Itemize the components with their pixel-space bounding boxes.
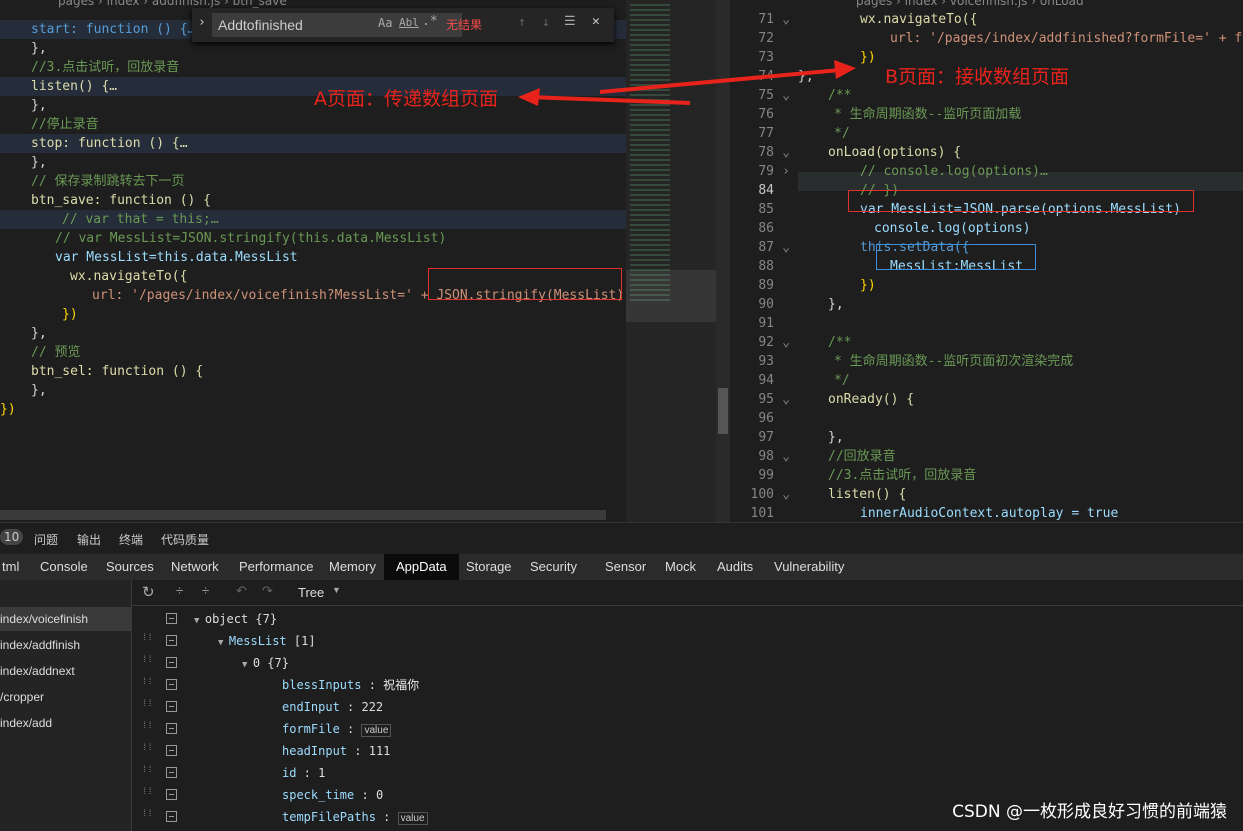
tree-value[interactable]: value — [397, 812, 428, 825]
arrowhead-b — [834, 60, 856, 79]
tab-problems[interactable]: 问题 — [34, 531, 58, 548]
tree-row[interactable]: id : 1 — [282, 762, 325, 784]
tab-storage[interactable]: Storage — [464, 554, 514, 580]
collapse-box-icon[interactable] — [166, 789, 177, 800]
collapse-all-icon[interactable]: ÷ — [176, 583, 183, 598]
view-mode-select[interactable]: Tree — [298, 585, 324, 600]
tab-sensor[interactable]: Sensor — [603, 554, 648, 580]
pages-sidebar: index/voicefinish index/addfinish index/… — [0, 580, 132, 831]
tree-root-label: object {7} — [204, 612, 278, 626]
collapse-box-icon[interactable] — [166, 679, 177, 690]
arrow-to-b — [599, 68, 841, 94]
tree-key: speck_time — [282, 788, 355, 802]
tree-value[interactable]: value — [361, 724, 392, 737]
tree-row[interactable]: ▼ MessList [1] — [218, 630, 316, 652]
tab-console[interactable]: Console — [38, 554, 90, 580]
collapse-box-icon[interactable] — [166, 635, 177, 646]
tree-key: tempFilePaths — [282, 810, 376, 824]
page-item[interactable]: /cropper — [0, 685, 131, 709]
page-item[interactable]: index/addfinish — [0, 633, 131, 657]
page-item[interactable]: index/add — [0, 711, 131, 735]
tree-row[interactable]: formFile : value — [282, 718, 392, 740]
tab-security[interactable]: Security — [528, 554, 579, 580]
tree-row[interactable]: ▼ 0 {7} — [242, 652, 289, 674]
tree-row[interactable]: ▼ object {7} — [194, 608, 277, 630]
tree-value[interactable]: 祝福你 — [383, 678, 419, 692]
tree-key: formFile — [282, 722, 340, 736]
drag-handle-icon[interactable]: ⁞⁞ — [142, 788, 153, 800]
expand-all-icon[interactable]: ÷ — [202, 583, 209, 598]
tab-sources[interactable]: Sources — [104, 554, 156, 580]
tab-code-quality[interactable]: 代码质量 — [161, 531, 209, 548]
tab-wxml[interactable]: tml — [0, 554, 21, 580]
arrow-to-a — [527, 95, 691, 105]
tree-row[interactable]: speck_time : 0 — [282, 784, 383, 806]
tree-value[interactable]: 222 — [361, 700, 383, 714]
page-item[interactable]: index/addnext — [0, 659, 131, 683]
tab-mock[interactable]: Mock — [663, 554, 698, 580]
collapse-box-icon[interactable] — [166, 657, 177, 668]
tree-row[interactable]: endInput : 222 — [282, 696, 383, 718]
tree-row[interactable]: blessInputs : 祝福你 — [282, 674, 419, 696]
tab-appdata[interactable]: AppData — [384, 554, 459, 580]
drag-handle-icon[interactable]: ⁞⁞ — [142, 678, 153, 690]
tree-row[interactable]: headInput : 111 — [282, 740, 390, 762]
tree-value[interactable]: 1 — [318, 766, 325, 780]
collapse-box-icon[interactable] — [166, 701, 177, 712]
tree-key: blessInputs — [282, 678, 362, 692]
drag-handle-icon[interactable]: ⁞⁞ — [142, 766, 153, 778]
undo-icon[interactable]: ↶ — [236, 583, 247, 599]
tab-audits[interactable]: Audits — [715, 554, 755, 580]
annotation-b-page: B页面：接收数组页面 — [885, 66, 1070, 88]
problems-count-badge: 10 — [0, 529, 24, 545]
tree-key: MessList — [228, 634, 287, 648]
tree-row[interactable]: tempFilePaths : value — [282, 806, 428, 828]
tab-vulnerability[interactable]: Vulnerability — [772, 554, 846, 580]
drag-handle-icon[interactable]: ⁞⁞ — [142, 634, 153, 646]
tree-key: id — [282, 766, 297, 780]
tree-value[interactable]: 111 — [369, 744, 391, 758]
bottom-panel: 10 问题 输出 终端 代码质量 tml Console Sources Net… — [0, 522, 1243, 831]
drag-handle-icon[interactable]: ⁞⁞ — [142, 810, 153, 822]
devtools-tabs: tml Console Sources Network Performance … — [0, 554, 1243, 580]
collapse-box-icon[interactable] — [166, 767, 177, 778]
tab-terminal[interactable]: 终端 — [119, 531, 143, 548]
tree-value[interactable]: 0 — [376, 788, 383, 802]
appdata-toolbar: ↻ ÷ ÷ ↶ ↷ Tree ▼ — [132, 580, 1243, 606]
tree-count: [1] — [293, 634, 316, 648]
drag-handle-icon[interactable]: ⁞⁞ — [142, 744, 153, 756]
refresh-icon[interactable]: ↻ — [142, 583, 155, 601]
tab-output[interactable]: 输出 — [77, 531, 101, 548]
collapse-box-icon[interactable] — [166, 745, 177, 756]
tab-network[interactable]: Network — [169, 554, 221, 580]
tab-memory[interactable]: Memory — [327, 554, 378, 580]
collapse-box-icon[interactable] — [166, 811, 177, 822]
drag-handle-icon[interactable]: ⁞⁞ — [142, 700, 153, 712]
drag-handle-icon[interactable]: ⁞⁞ — [142, 722, 153, 734]
tree-key: headInput — [282, 744, 348, 758]
watermark: CSDN @一枚形成良好习惯的前端猿 — [952, 802, 1227, 822]
drag-handle-icon[interactable]: ⁞⁞ — [142, 656, 153, 668]
collapse-box-icon[interactable] — [166, 723, 177, 734]
annotation-a-page: A页面：传递数组页面 — [314, 88, 498, 110]
redo-icon[interactable]: ↷ — [262, 583, 273, 599]
tree-item-label: 0 {7} — [252, 656, 289, 670]
page-item[interactable]: index/voicefinish — [0, 607, 131, 631]
collapse-box-icon[interactable] — [166, 613, 177, 624]
arrowhead-a — [518, 88, 540, 106]
tree-key: endInput — [282, 700, 340, 714]
chevron-down-icon[interactable]: ▼ — [332, 585, 341, 595]
tab-performance[interactable]: Performance — [237, 554, 315, 580]
